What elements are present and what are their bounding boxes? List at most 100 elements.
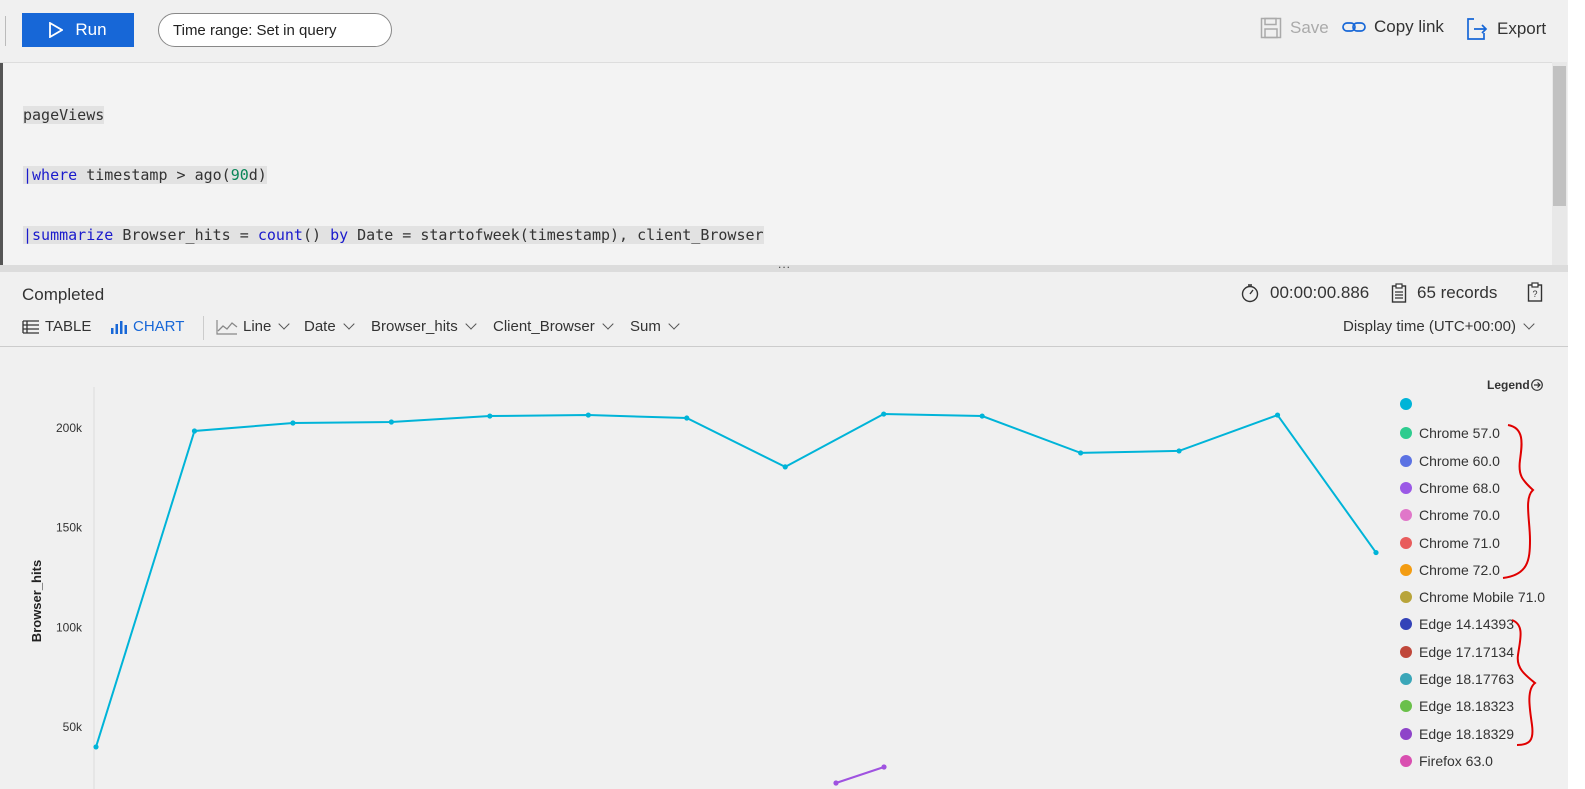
legend-swatch: [1400, 754, 1412, 767]
y-tick-label: 200k: [56, 421, 83, 435]
arrow-circle-right-icon: [1530, 379, 1543, 391]
legend-item[interactable]: Chrome 70.0: [1400, 507, 1500, 523]
legend-item[interactable]: Chrome Mobile 71.0: [1400, 589, 1545, 605]
legend-item[interactable]: Edge 17.17134: [1400, 644, 1514, 660]
legend-item[interactable]: Firefox 63.0: [1400, 753, 1493, 769]
legend-swatch: [1400, 700, 1412, 713]
play-icon: [49, 22, 64, 38]
chevron-down-icon: [465, 318, 477, 330]
aggregation-label: Sum: [630, 318, 661, 335]
y-tick-label: 50k: [63, 720, 83, 734]
time-range-picker[interactable]: Time range: Set in query: [158, 13, 392, 47]
data-point: [684, 415, 690, 421]
legend-swatch: [1400, 536, 1412, 549]
tab-table-label: TABLE: [45, 318, 92, 335]
legend-swatch: [1400, 454, 1412, 467]
split-by-label: Client_Browser: [493, 318, 595, 335]
legend-title: Legend: [1487, 378, 1530, 392]
legend-swatch: [1400, 427, 1412, 440]
legend-label: Chrome 60.0: [1419, 452, 1500, 469]
time-range-value: Set in query: [256, 21, 337, 39]
code-line-2-text: |where timestamp > ago(90d): [23, 166, 267, 184]
chevron-down-icon: [668, 318, 680, 330]
y-axis-dropdown[interactable]: Browser_hits: [371, 318, 477, 335]
pane-splitter[interactable]: ...: [0, 257, 1568, 272]
legend-label: Edge 18.18323: [1419, 698, 1514, 715]
line-chart-icon: [216, 319, 238, 335]
legend-label: Chrome 57.0: [1419, 425, 1500, 442]
page-scrollbar[interactable]: [1568, 0, 1585, 789]
x-axis-dropdown[interactable]: Date: [304, 318, 355, 335]
legend-item[interactable]: Edge 18.18323: [1400, 698, 1514, 714]
data-point: [585, 412, 591, 418]
code-line-2: |where timestamp > ago(90d): [23, 165, 764, 185]
legend-label: Chrome Mobile 71.0: [1419, 589, 1546, 606]
legend-label: Firefox 63.0: [1419, 752, 1493, 769]
tab-chart-label: CHART: [133, 318, 185, 335]
data-point: [833, 780, 839, 786]
copy-results-icon[interactable]: ?: [1527, 282, 1543, 302]
data-point: [388, 419, 394, 425]
legend-swatch: [1400, 398, 1412, 410]
data-point: [979, 413, 985, 419]
legend-toggle[interactable]: Legend: [1487, 378, 1543, 392]
data-point: [1176, 448, 1182, 454]
legend-swatch: [1400, 509, 1412, 522]
save-button[interactable]: Save: [1260, 17, 1329, 39]
tab-chart[interactable]: CHART: [110, 318, 184, 335]
series-line: [835, 766, 885, 784]
run-button[interactable]: Run: [22, 13, 134, 47]
legend-swatch: [1400, 727, 1412, 740]
legend-item[interactable]: Edge 18.18329: [1400, 726, 1514, 742]
export-button[interactable]: Export: [1465, 17, 1546, 41]
link-icon: [1342, 22, 1366, 32]
legend-item[interactable]: Edge 18.17763: [1400, 671, 1514, 687]
legend-label: Edge 14.14393: [1419, 616, 1514, 633]
y-tick-label: 100k: [56, 620, 83, 634]
legend-swatch: [1400, 563, 1412, 576]
legend-item[interactable]: Edge 14.14393: [1400, 616, 1514, 632]
legend-item[interactable]: Chrome 72.0: [1400, 562, 1500, 578]
legend-item[interactable]: [1400, 398, 1419, 410]
table-icon: [22, 319, 39, 334]
query-editor[interactable]: pageViews |where timestamp > ago(90d) |s…: [0, 62, 1552, 364]
view-options-row: TABLE CHART Line Date Browser_hits Clien…: [0, 316, 1568, 340]
code-line-3: |summarize Browser_hits = count() by Dat…: [23, 225, 764, 245]
legend-item[interactable]: Chrome 71.0: [1400, 535, 1500, 551]
data-point: [1373, 549, 1379, 556]
legend-label: Chrome 72.0: [1419, 561, 1500, 578]
chart-type-dropdown[interactable]: Line: [216, 318, 291, 335]
splitter-grip-icon: ...: [778, 257, 792, 271]
aggregation-dropdown[interactable]: Sum: [630, 318, 680, 335]
chevron-down-icon: [1523, 318, 1535, 330]
legend-swatch: [1400, 591, 1412, 604]
editor-gutter: [0, 63, 3, 266]
data-point: [881, 411, 887, 417]
code-line-1-text: pageViews: [23, 106, 105, 124]
legend-item[interactable]: Chrome 60.0: [1400, 453, 1500, 469]
chevron-down-icon: [602, 318, 614, 330]
chart-area: 50k 100k 150k 200k Browser_hits Legend Chrom…: [0, 347, 1568, 789]
svg-text:?: ?: [1532, 289, 1537, 299]
record-count-value: 65 records: [1417, 283, 1498, 302]
annotation-bracket-edge: [1511, 619, 1537, 746]
display-time-dropdown[interactable]: Display time (UTC+00:00): [1343, 318, 1535, 335]
chevron-down-icon: [278, 318, 291, 330]
series-line: [95, 413, 1377, 748]
view-row-divider: [203, 316, 204, 340]
legend-label: Chrome 71.0: [1419, 534, 1500, 551]
legend-item[interactable]: Chrome 68.0: [1400, 480, 1500, 496]
duration-value: 00:00:00.886: [1270, 283, 1370, 302]
tab-table[interactable]: TABLE: [22, 318, 91, 335]
editor-scroll-thumb[interactable]: [1553, 66, 1566, 206]
split-by-dropdown[interactable]: Client_Browser: [493, 318, 614, 335]
display-time-label: Display time (UTC+00:00): [1343, 318, 1516, 335]
save-label: Save: [1290, 18, 1329, 37]
legend-item[interactable]: Chrome 57.0: [1400, 425, 1500, 441]
line-chart: 50k 100k 150k 200k Browser_hits: [29, 387, 1379, 789]
bar-chart-icon: [111, 320, 127, 334]
query-status: Completed: [22, 285, 105, 304]
copy-link-button[interactable]: Copy link: [1342, 17, 1444, 37]
copy-link-label: Copy link: [1374, 17, 1444, 36]
clipboard-list-icon: [1391, 283, 1407, 303]
